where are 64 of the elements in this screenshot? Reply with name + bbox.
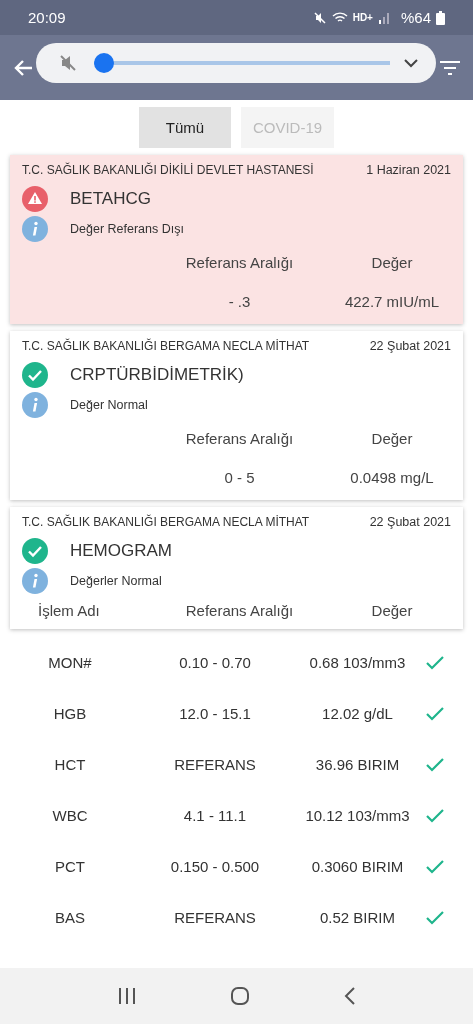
column-header: Değer (370, 602, 414, 619)
table-cell-text: 0 - 5 (223, 469, 256, 486)
info-icon (22, 392, 48, 418)
back-arrow-icon[interactable] (14, 57, 34, 78)
home-icon[interactable] (229, 986, 250, 1006)
column-header: Değer (370, 254, 414, 271)
table-cell-text: 0.150 - 0.500 (169, 858, 261, 875)
status-time: 20:09 (28, 9, 66, 26)
table-cell-text: 0.3060 BIRIM (310, 858, 405, 875)
table-cell-text: HCT (53, 756, 87, 773)
slider-thumb[interactable] (94, 53, 114, 73)
result-date: 1 Haziran 2021 (366, 163, 451, 177)
result-note: Değerler Normal (70, 574, 162, 588)
table-cell-text: 0.10 - 0.70 (178, 654, 252, 671)
back-icon[interactable] (342, 986, 357, 1006)
result-card[interactable]: T.C. SAĞLIK BAKANLIĞI BERGAMA NECLA MİTHAT 22 Şubat 2021 HEMOGRAM Değerler Normal İşlem Adı Referans Aralığı Değer (10, 507, 463, 629)
hospital-name: T.C. SAĞLIK BAKANLIĞI DİKİLİ DEVLET HASTANESİ (22, 163, 314, 177)
table-cell-text: - .3 (227, 293, 252, 310)
table-cell-text: 12.02 g/dL (321, 705, 394, 722)
table-cell-text: REFERANS (173, 756, 257, 773)
check-circle-icon (22, 362, 48, 388)
table-cell-text: 4.1 - 11.1 (182, 807, 248, 824)
info-icon (22, 216, 48, 242)
result-card[interactable]: T.C. SAĞLIK BAKANLIĞI DİKİLİ DEVLET HASTANESİ 1 Haziran 2021 BETAHCG Değer Referans Dışı Referans Aralığı Değer - .3 422.7 mIU/mL (10, 155, 463, 324)
network-label: HD+ (352, 12, 373, 23)
table-cell-text: BAS (54, 909, 86, 926)
result-card[interactable]: T.C. SAĞLIK BAKANLIĞI BERGAMA NECLA MİTHAT 22 Şubat 2021 CRPTÜRBİDİMETRİK) Değer Normal Referans Aralığı Değer 0 - 5 0.0498 mg/L (10, 331, 463, 500)
result-date: 22 Şubat 2021 (369, 339, 451, 353)
info-icon (22, 568, 48, 594)
warning-icon (22, 186, 48, 212)
column-header: Referans Aralığı (184, 602, 295, 619)
battery-percent: %64 (400, 9, 431, 26)
signal-icon (377, 11, 390, 24)
hospital-name: T.C. SAĞLIK BAKANLIĞI BERGAMA NECLA MİTHAT (22, 339, 310, 353)
table-cell-text: MON# (47, 654, 93, 671)
mute-icon (312, 10, 327, 25)
column-header: İşlem Adı (37, 602, 101, 619)
battery-icon (436, 10, 445, 25)
check-circle-icon (22, 538, 48, 564)
column-header: Referans Aralığı (184, 254, 295, 271)
table-cell-text: REFERANS (173, 909, 257, 926)
test-name: CRPTÜRBİDİMETRİK) (70, 365, 244, 385)
table-cell-text: 0.0498 mg/L (349, 469, 435, 486)
filter-tab[interactable]: Tümü (138, 107, 231, 148)
mute-icon[interactable] (58, 53, 78, 73)
table-cell-text: WBC (51, 807, 89, 824)
table-cell-text: 0.52 BIRIM (319, 909, 396, 926)
test-name: BETAHCG (70, 189, 151, 209)
table-cell-text: 10.12 103/mm3 (304, 807, 411, 824)
column-header: Referans Aralığı (184, 430, 295, 447)
recent-apps-icon[interactable] (116, 987, 137, 1005)
column-header: Değer (370, 430, 414, 447)
result-date: 22 Şubat 2021 (369, 515, 451, 529)
filter-icon[interactable] (439, 58, 461, 77)
result-note: Değer Normal (70, 398, 148, 412)
table-cell-text: 422.7 mIU/mL (343, 293, 441, 310)
table-cell-text: 36.96 BIRIM (314, 756, 401, 773)
table-cell-text: 12.0 - 15.1 (178, 705, 252, 722)
result-note: Değer Referans Dışı (70, 222, 184, 236)
test-name: HEMOGRAM (70, 541, 172, 561)
table-cell-text: PCT (54, 858, 86, 875)
table-cell-text: HGB (52, 705, 88, 722)
hospital-name: T.C. SAĞLIK BAKANLIĞI BERGAMA NECLA MİTHAT (22, 515, 310, 529)
table-cell-text: 0.68 103/mm3 (308, 654, 407, 671)
